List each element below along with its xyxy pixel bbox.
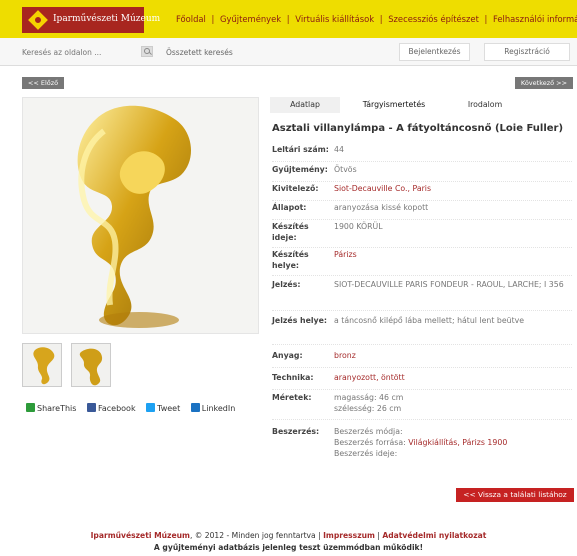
tab-irodalom[interactable]: Irodalom [440,97,530,113]
field-label: Készítés helye: [272,250,309,270]
sharethis-link[interactable]: ShareThis [26,403,76,413]
field-value: aranyozása kissé kopott [334,203,429,212]
field-marking-location: Jelzés helye: a táncosnő kilépő lába mel… [272,315,572,345]
field-value: 1900 KÖRÜL [334,222,383,231]
field-dimensions: Méretek: magasság: 46 cm szélesség: 26 c… [272,392,572,420]
technique-link[interactable]: aranyozott, öntött [334,372,570,383]
field-marking: Jelzés: SIOT-DECAUVILLE PARIS FONDEUR - … [272,279,572,311]
next-item-button[interactable]: Következő >> [515,77,573,89]
facebook-label: Facebook [97,404,136,413]
field-value: a táncosnő kilépő lába mellett; hátul le… [334,316,525,325]
field-technique: Technika: aranyozott, öntött [272,372,572,390]
field-label: Beszerzés: [272,427,320,436]
acquisition-source-label: Beszerzés forrása: [334,438,406,447]
footer-museum-link[interactable]: Iparművészeti Múzeum [91,531,190,540]
test-mode-notice: A gyűjteményi adatbázis jelenleg teszt ü… [153,543,424,552]
main-navigation: Főoldal | Gyűjtemények | Virtuális kiáll… [176,14,577,24]
field-label: Anyag: [272,351,303,360]
register-button[interactable]: Regisztráció [484,43,570,61]
photo-thumbnail-1[interactable] [22,343,62,387]
field-value: 44 [334,145,344,154]
tweet-link[interactable]: Tweet [146,403,180,413]
social-share-bar: ShareThis Facebook Tweet LinkedIn [26,403,243,415]
nav-item-virtualis-kiallitasok[interactable]: Virtuális kiállítások [295,14,374,24]
diamond-logo-icon [28,10,48,30]
field-inventory-number: Leltári szám: 44 [272,144,572,162]
page-footer: Iparművészeti Múzeum, © 2012 - Minden jo… [0,529,577,556]
footer-copyright-line: Iparművészeti Múzeum, © 2012 - Minden jo… [0,531,577,540]
nav-item-fooldal[interactable]: Főoldal [176,14,206,24]
sharethis-icon [26,403,35,412]
field-acquisition: Beszerzés: Beszerzés módja: Beszerzés fo… [272,426,572,468]
field-label: Jelzés helye: [272,316,328,325]
login-button[interactable]: Bejelentkezés [399,43,470,61]
photo-thumbnail-2[interactable] [71,343,111,387]
field-material: Anyag: bronz [272,350,572,368]
search-row: Összetett keresés Bejelentkezés Regisztr… [0,38,577,66]
field-date-made: Készítés ideje: 1900 KÖRÜL [272,221,572,248]
field-label: Leltári szám: [272,145,329,154]
field-value: Ötvös [334,165,357,174]
acquisition-method-label: Beszerzés módja: [334,427,403,436]
nav-separator: | [208,14,218,24]
linkedin-icon [190,403,200,412]
facebook-share-link[interactable]: Facebook [86,403,136,413]
nav-item-felhasznaloi-informacio[interactable]: Felhasználói információ [493,14,577,24]
nav-item-szecesszios-epiteszet[interactable]: Szecessziós építészet [388,14,479,24]
field-label: Állapot: [272,203,307,212]
privacy-link[interactable]: Adatvédelmi nyilatkozat [382,531,486,540]
facebook-icon [86,403,96,412]
field-place-made: Készítés helye: Párizs [272,249,572,276]
field-label: Gyűjtemény: [272,165,328,174]
nav-separator: | [284,14,293,24]
tab-targyismertetes[interactable]: Tárgyismertetés [352,97,436,113]
material-link[interactable]: bronz [334,350,570,361]
dancer-lamp-illustration [23,98,258,333]
acquisition-value: Beszerzés módja: Beszerzés forrása: Vilá… [334,426,570,459]
acquisition-source-link[interactable]: Világkiállítás, Párizs 1900 [408,438,507,447]
dimensions-value: magasság: 46 cm szélesség: 26 cm [334,392,570,414]
field-label: Készítés ideje: [272,222,309,242]
height-value: magasság: 46 cm [334,393,404,402]
field-maker: Kivitelező: Siot-Decauville Co., Paris [272,183,572,201]
logo-text: Iparművészeti Múzeum [53,14,161,24]
object-photo[interactable] [22,97,259,334]
width-value: szélesség: 26 cm [334,404,402,413]
acquisition-date-label: Beszerzés ideje: [334,449,398,458]
nav-item-gyujtemenyek[interactable]: Gyűjtemények [220,14,281,24]
footer-rights-text: , © 2012 - Minden jog fenntartva [189,531,316,540]
previous-item-button[interactable]: << Előző [22,77,64,89]
field-value: SIOT-DECAUVILLE PARIS FONDEUR - RAOUL, L… [334,280,564,289]
field-condition: Állapot: aranyozása kissé kopott [272,202,572,220]
back-to-results-button[interactable]: << Vissza a találati listához [456,488,574,502]
field-label: Technika: [272,373,314,382]
footer-separator: | [315,531,324,540]
object-title: Asztali villanylámpa - A fátyoltáncosnő … [272,123,564,134]
tweet-label: Tweet [157,404,181,413]
museum-logo[interactable]: Iparművészeti Múzeum [22,7,160,33]
thumbnail-image-2 [72,344,110,386]
object-tabs: Adatlap Tárgyismertetés Irodalom [270,97,574,113]
field-collection: Gyűjtemény: Ötvös [272,164,572,182]
linkedin-label: LinkedIn [201,404,236,413]
thumbnail-image-1 [23,344,61,386]
nav-separator: | [481,14,491,24]
top-bar: Iparművészeti Múzeum Főoldal | Gyűjtemén… [0,0,577,38]
maker-link[interactable]: Siot-Decauville Co., Paris [334,183,570,194]
site-search-input[interactable] [22,42,132,62]
tab-adatlap[interactable]: Adatlap [270,97,340,113]
place-link[interactable]: Párizs [334,249,570,260]
linkedin-share-link[interactable]: LinkedIn [190,403,236,413]
field-label: Kivitelező: [272,184,319,193]
sharethis-label: ShareThis [37,404,77,413]
twitter-icon [146,403,156,412]
field-label: Méretek: [272,393,312,402]
magnifier-icon[interactable] [141,46,153,57]
field-label: Jelzés: [272,280,301,289]
advanced-search-link[interactable]: Összetett keresés [166,48,233,57]
impressum-link[interactable]: Impresszum [323,531,375,540]
nav-separator: | [377,14,386,24]
